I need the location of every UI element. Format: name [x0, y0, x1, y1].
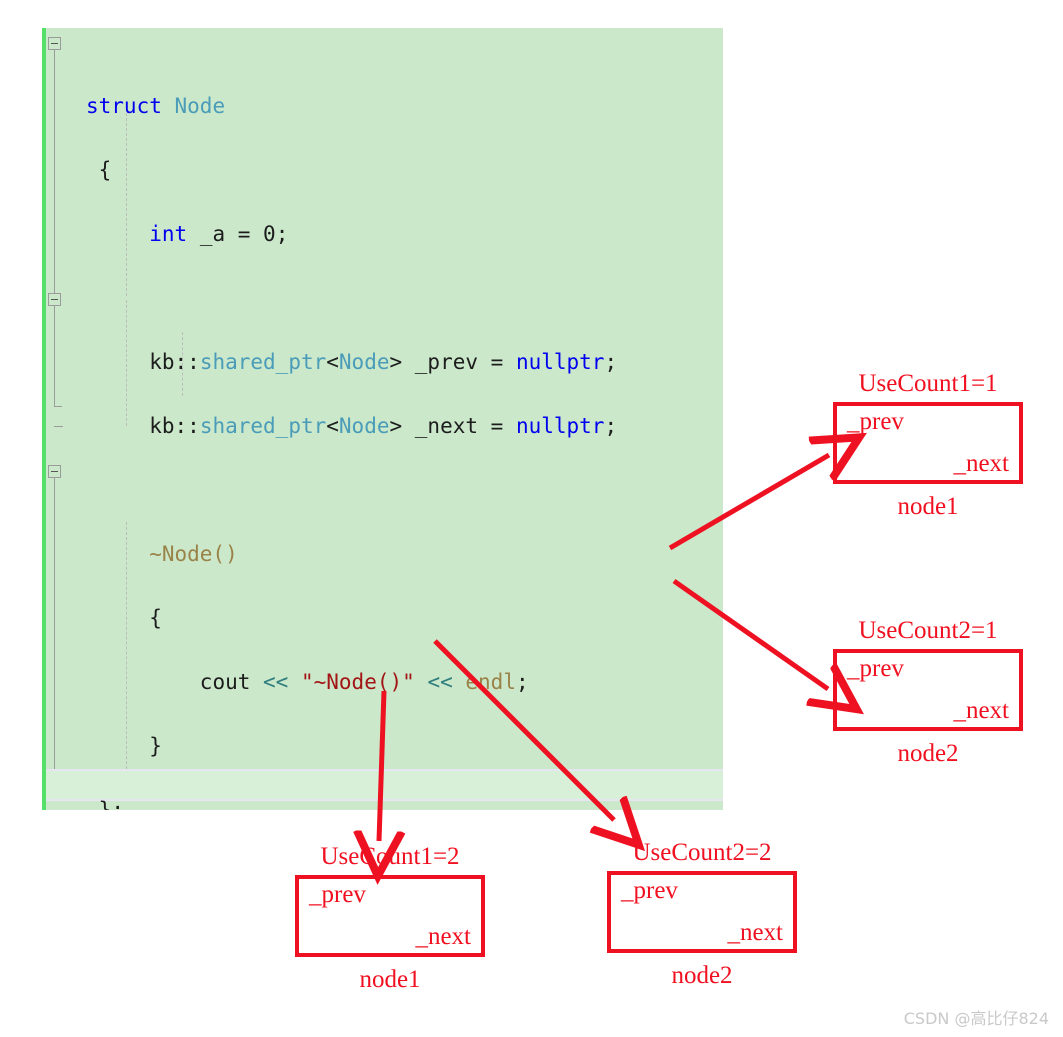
token-node-type: Node — [174, 94, 226, 118]
node-field-next: _next — [953, 450, 1009, 477]
code-line-12[interactable]: }; — [86, 794, 617, 810]
code-line-4-blank[interactable] — [86, 282, 617, 314]
node-field-prev: _prev — [309, 881, 366, 908]
node-field-next: _next — [953, 697, 1009, 724]
code-line-7-blank[interactable] — [86, 474, 617, 506]
token-node-type: Node — [338, 414, 390, 438]
code-line-6[interactable]: kb::shared_ptr<Node> _next = nullptr; — [86, 410, 617, 442]
node-box-rect: _prev _next — [607, 871, 797, 953]
token-cout: cout — [199, 670, 251, 694]
outline-foot-struct — [54, 426, 63, 427]
code-editor-panel[interactable]: struct Node { int _a = 0; kb::shared_ptr… — [42, 28, 723, 810]
token-member-prev: _prev — [414, 350, 478, 374]
outline-line-dtor — [54, 306, 55, 406]
token-member-next: _next — [414, 414, 478, 438]
node-box-caption: node2 — [671, 962, 733, 989]
csdn-watermark: CSDN @高比仔824 — [903, 1009, 1049, 1028]
token-zero: 0 — [263, 222, 276, 246]
code-text[interactable]: struct Node { int _a = 0; kb::shared_ptr… — [86, 58, 617, 810]
token-shared-ptr: shared_ptr — [199, 350, 327, 374]
token-nullptr: nullptr — [515, 414, 605, 438]
token-endl: endl — [465, 670, 516, 694]
outline-line-main — [54, 478, 55, 784]
token-shared-ptr: shared_ptr — [199, 414, 327, 438]
outline-line-struct — [54, 50, 55, 296]
outline-foot-dtor — [54, 406, 62, 407]
token-brace-close-dtor: } — [149, 734, 162, 758]
node-box-caption: node1 — [897, 493, 959, 520]
code-line-10[interactable]: cout << "~Node()" << endl; — [86, 666, 617, 698]
node-box-usecount2-2: UseCount2=2 _prev _next node2 — [607, 839, 797, 990]
node-box-title: UseCount2=1 — [858, 617, 998, 644]
node-field-prev: _prev — [847, 655, 904, 682]
node-box-usecount2-1: UseCount2=1 _prev _next node2 — [833, 617, 1023, 768]
code-line-3[interactable]: int _a = 0; — [86, 218, 617, 250]
code-line-9[interactable]: { — [86, 602, 617, 634]
node-box-rect: _prev _next — [833, 649, 1023, 731]
code-line-11[interactable]: } — [86, 730, 617, 762]
token-nullptr: nullptr — [515, 350, 605, 374]
token-shift-left: << — [263, 670, 289, 694]
token-brace-open-dtor: { — [149, 606, 162, 630]
token-destructor: ~Node() — [149, 542, 238, 566]
node-field-next: _next — [415, 923, 471, 950]
token-ns-kb: kb — [149, 350, 175, 374]
token-shift-left: << — [427, 670, 453, 694]
node-box-title: UseCount1=1 — [858, 370, 998, 397]
node-box-title: UseCount2=2 — [632, 839, 772, 866]
node-box-caption: node1 — [359, 966, 421, 993]
fold-toggle-struct-icon[interactable] — [48, 37, 61, 50]
node-box-rect: _prev _next — [833, 402, 1023, 484]
code-line-5[interactable]: kb::shared_ptr<Node> _prev = nullptr; — [86, 346, 617, 378]
token-brace-close-struct: } — [98, 798, 112, 810]
node-field-prev: _prev — [847, 408, 904, 435]
fold-toggle-main-icon[interactable] — [48, 465, 61, 478]
node-box-caption: node2 — [897, 740, 959, 767]
token-brace-open-struct: { — [98, 158, 112, 182]
token-ns-kb: kb — [149, 414, 175, 438]
node-box-usecount1-2: UseCount1=2 _prev _next node1 — [295, 843, 485, 994]
fold-toggle-dtor-icon[interactable] — [48, 293, 61, 306]
code-line-2[interactable]: { — [86, 154, 617, 186]
node-box-rect: _prev _next — [295, 875, 485, 957]
token-dtor-string: "~Node()" — [300, 670, 415, 694]
node-box-usecount1-1: UseCount1=1 _prev _next node1 — [833, 370, 1023, 521]
code-line-1[interactable]: struct Node — [86, 90, 617, 122]
node-box-title: UseCount1=2 — [320, 843, 460, 870]
node-field-next: _next — [727, 919, 783, 946]
token-struct: struct — [86, 94, 162, 118]
token-member-a: _a — [199, 222, 226, 246]
token-node-type: Node — [338, 350, 390, 374]
token-int: int — [149, 222, 188, 246]
editor-gutter[interactable] — [46, 28, 82, 810]
node-field-prev: _prev — [621, 877, 678, 904]
code-line-8[interactable]: ~Node() — [86, 538, 617, 570]
